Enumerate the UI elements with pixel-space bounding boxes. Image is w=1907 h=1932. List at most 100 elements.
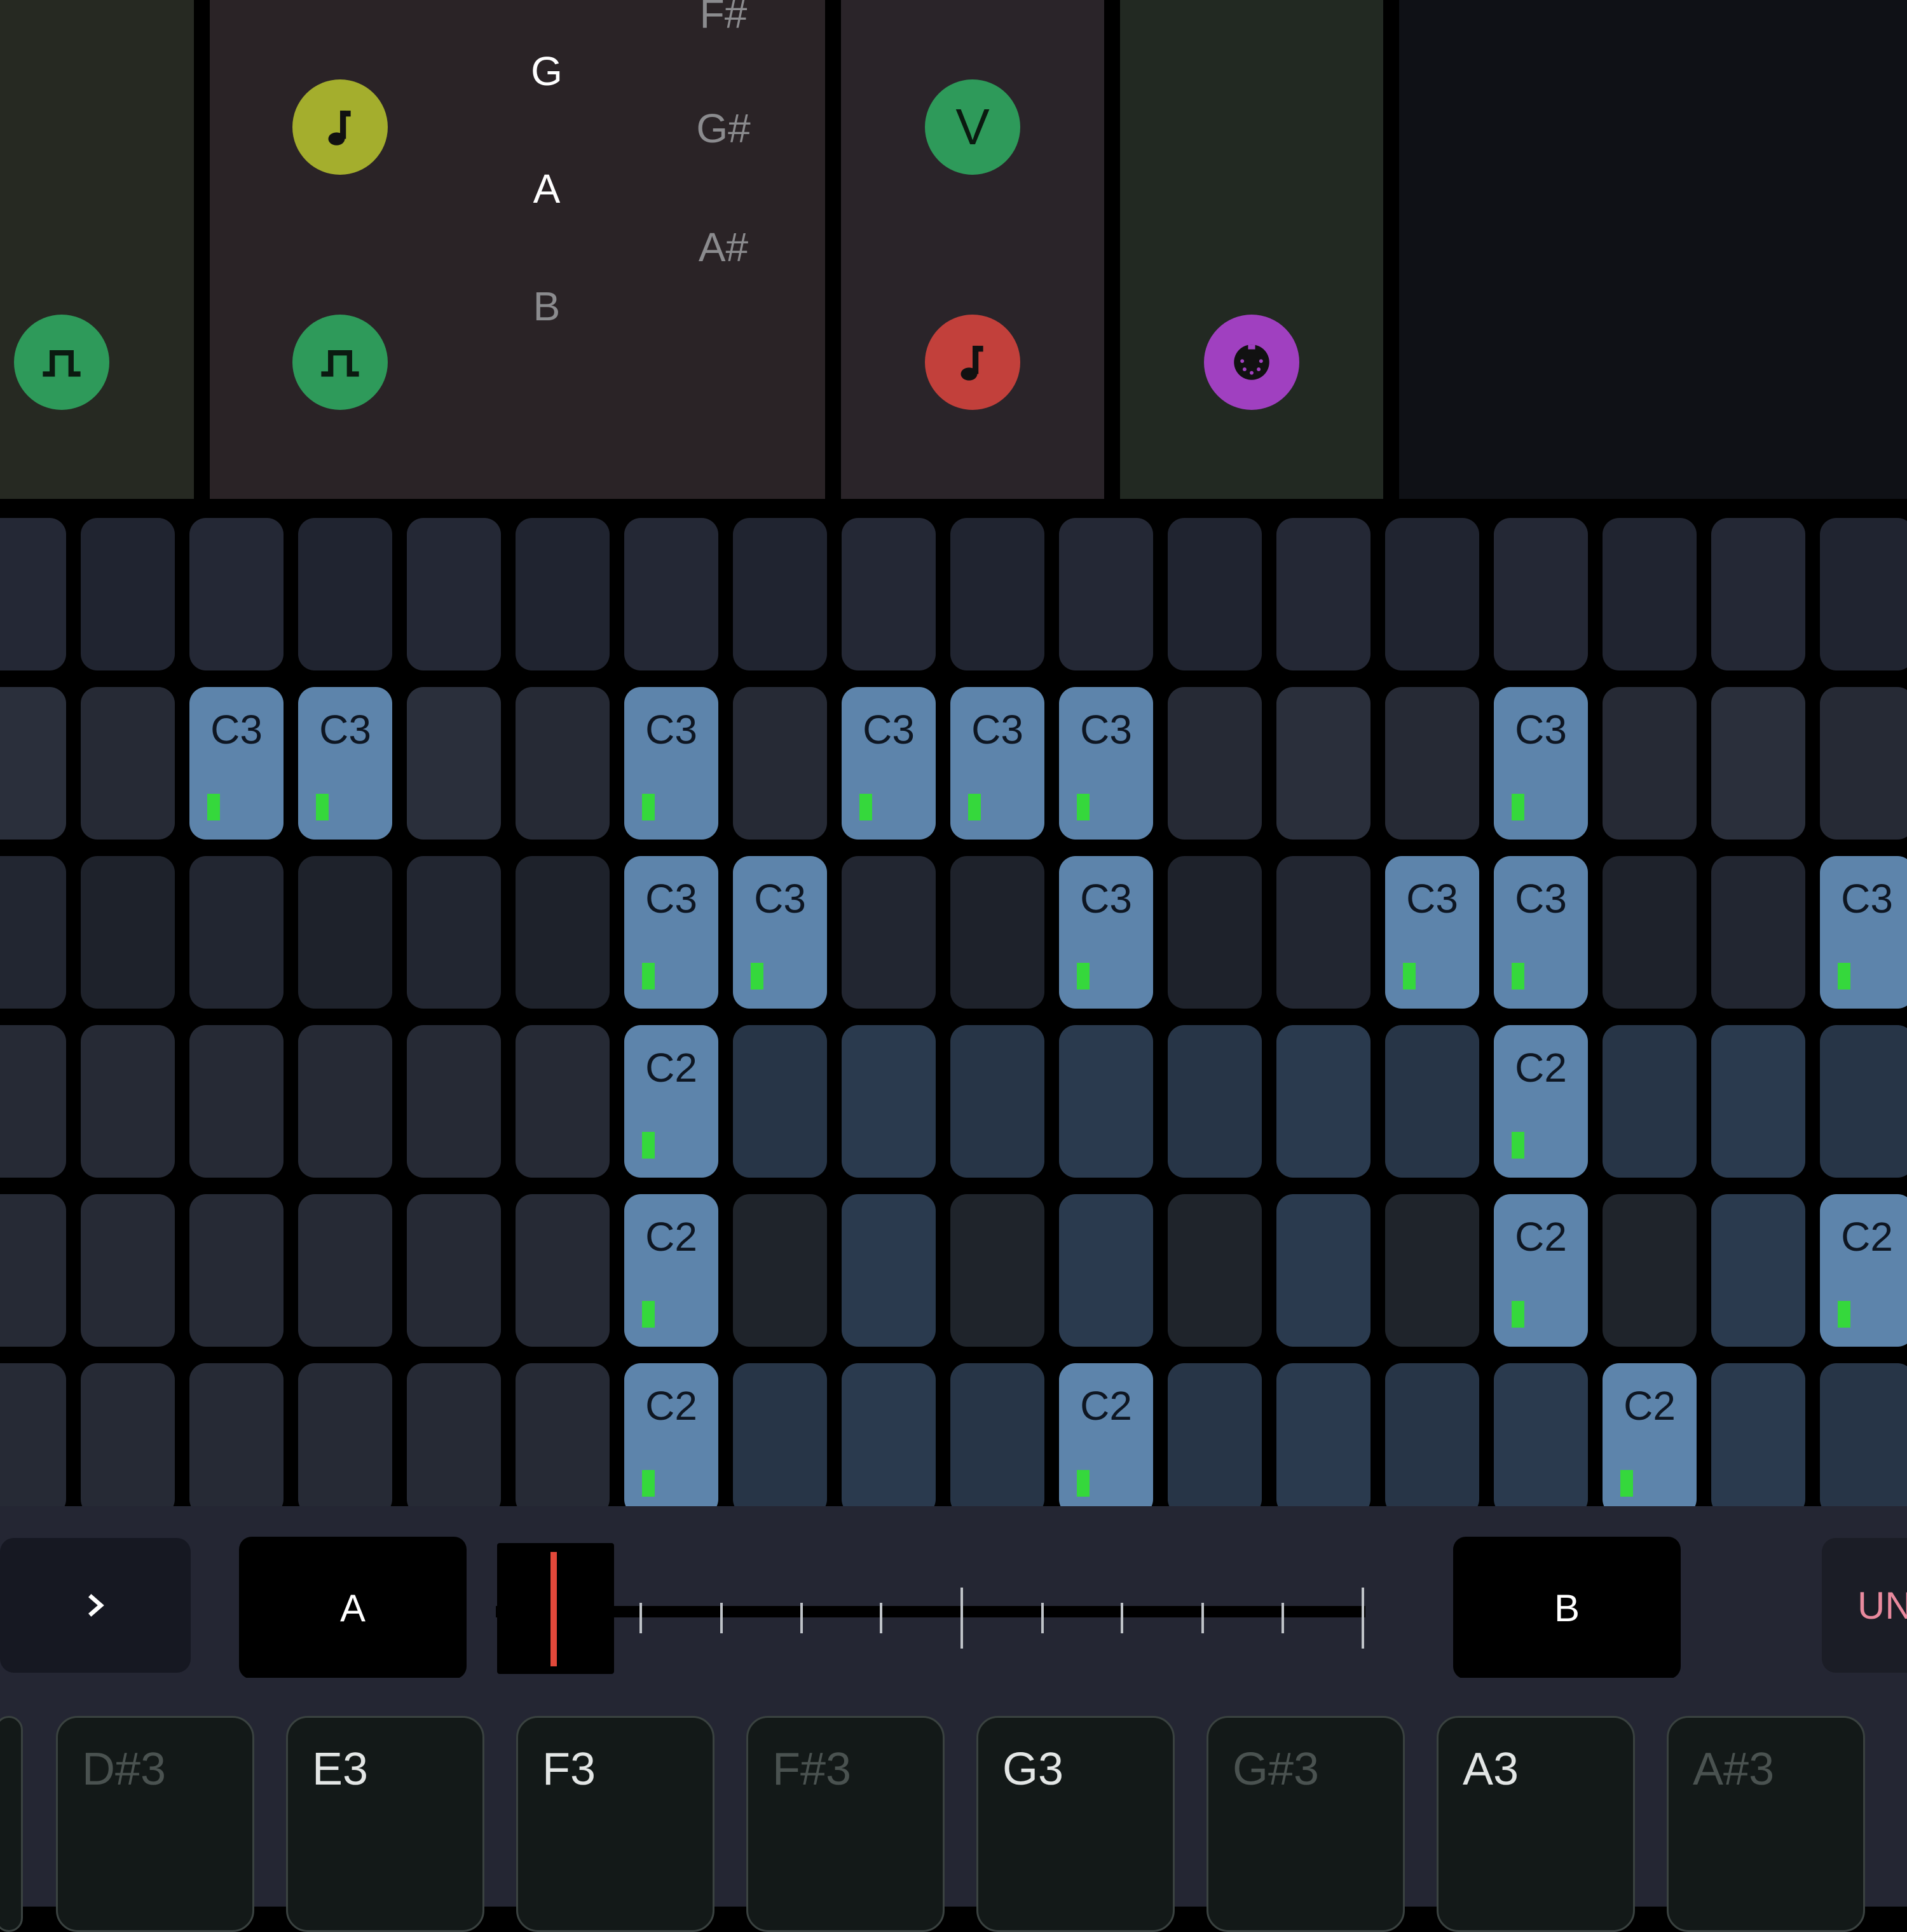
step-cell[interactable] <box>1168 1025 1262 1178</box>
step-cell[interactable] <box>81 687 175 840</box>
step-cell[interactable] <box>1059 518 1153 670</box>
step-cell[interactable]: C3 <box>1820 856 1907 1009</box>
step-cell[interactable]: C3 <box>189 687 284 840</box>
scale-note-asharp[interactable]: A# <box>699 227 748 268</box>
step-cell[interactable] <box>950 1025 1044 1178</box>
step-cell[interactable] <box>950 1194 1044 1347</box>
step-cell[interactable] <box>1276 1194 1370 1347</box>
step-cell[interactable] <box>950 856 1044 1009</box>
step-cell[interactable]: C3 <box>298 687 392 840</box>
key-e3[interactable]: E3 <box>286 1716 484 1932</box>
step-cell[interactable] <box>0 856 66 1009</box>
key-fsharp3[interactable]: F#3 <box>746 1716 945 1932</box>
step-cell[interactable] <box>407 687 501 840</box>
step-cell[interactable] <box>189 1194 284 1347</box>
step-cell[interactable] <box>1603 1025 1697 1178</box>
expand-button[interactable] <box>0 1538 191 1673</box>
step-cell[interactable] <box>1603 856 1697 1009</box>
step-cell[interactable]: C3 <box>842 687 936 840</box>
step-cell[interactable] <box>1276 1025 1370 1178</box>
step-cell[interactable] <box>407 1194 501 1347</box>
step-cell[interactable] <box>298 856 392 1009</box>
key-asharp3[interactable]: A#3 <box>1667 1716 1865 1932</box>
step-cell[interactable] <box>189 518 284 670</box>
pattern-b-button[interactable]: B <box>1453 1537 1681 1679</box>
undo-button[interactable]: UN <box>1822 1538 1907 1673</box>
step-cell[interactable] <box>189 1025 284 1178</box>
step-cell[interactable] <box>81 1194 175 1347</box>
step-cell[interactable]: C2 <box>1059 1363 1153 1516</box>
step-cell[interactable] <box>298 1194 392 1347</box>
step-cell[interactable] <box>1711 856 1805 1009</box>
step-cell[interactable] <box>1820 1363 1907 1516</box>
step-cell[interactable] <box>1276 518 1370 670</box>
step-cell[interactable]: C2 <box>624 1194 718 1347</box>
step-cell[interactable] <box>842 1194 936 1347</box>
gate-chip-2[interactable] <box>292 315 388 410</box>
step-cell[interactable]: C3 <box>1494 856 1588 1009</box>
step-cell[interactable] <box>733 1025 827 1178</box>
step-cell[interactable] <box>950 1363 1044 1516</box>
step-cell[interactable] <box>733 518 827 670</box>
step-cell[interactable] <box>1494 518 1588 670</box>
step-cell[interactable] <box>1711 1025 1805 1178</box>
step-cell[interactable] <box>1168 1363 1262 1516</box>
step-cell[interactable] <box>624 518 718 670</box>
step-cell[interactable] <box>298 518 392 670</box>
step-cell[interactable] <box>842 1363 936 1516</box>
step-cell[interactable]: C2 <box>1494 1194 1588 1347</box>
step-cell[interactable] <box>842 856 936 1009</box>
step-cell[interactable] <box>298 1025 392 1178</box>
step-cell[interactable] <box>1820 518 1907 670</box>
step-cell[interactable] <box>1603 687 1697 840</box>
step-cell[interactable] <box>516 1363 610 1516</box>
scale-note-a[interactable]: A <box>533 168 561 209</box>
scale-note-b[interactable]: B <box>533 286 561 327</box>
step-cell[interactable] <box>1276 1363 1370 1516</box>
step-cell[interactable]: C3 <box>1059 687 1153 840</box>
step-cell[interactable] <box>0 687 66 840</box>
step-cell[interactable]: C2 <box>1820 1194 1907 1347</box>
step-cell[interactable] <box>1494 1363 1588 1516</box>
step-cell[interactable] <box>407 518 501 670</box>
step-cell[interactable] <box>516 1194 610 1347</box>
step-cell[interactable] <box>1711 1363 1805 1516</box>
step-cell[interactable] <box>516 687 610 840</box>
step-cell[interactable] <box>1711 687 1805 840</box>
step-cell[interactable] <box>81 518 175 670</box>
key-g3[interactable]: G3 <box>976 1716 1175 1932</box>
step-cell[interactable] <box>1711 518 1805 670</box>
step-cell[interactable]: C2 <box>624 1025 718 1178</box>
step-cell[interactable] <box>81 1025 175 1178</box>
step-cell[interactable] <box>0 518 66 670</box>
step-cell[interactable] <box>81 1363 175 1516</box>
step-cell[interactable] <box>842 1025 936 1178</box>
gate-chip[interactable] <box>14 315 109 410</box>
step-cell[interactable]: C3 <box>1385 856 1479 1009</box>
step-cell[interactable] <box>1168 518 1262 670</box>
step-cell[interactable] <box>0 1363 66 1516</box>
key-dsharp3[interactable]: D#3 <box>56 1716 254 1932</box>
key-gsharp3[interactable]: G#3 <box>1206 1716 1405 1932</box>
step-cell[interactable] <box>407 1363 501 1516</box>
step-cell[interactable] <box>1385 687 1479 840</box>
step-cell[interactable] <box>407 1025 501 1178</box>
step-cell[interactable] <box>1385 1363 1479 1516</box>
step-cell[interactable] <box>733 687 827 840</box>
step-cell[interactable] <box>516 518 610 670</box>
key-a3[interactable]: A3 <box>1437 1716 1635 1932</box>
step-cell[interactable]: C3 <box>624 687 718 840</box>
step-cell[interactable] <box>1168 1194 1262 1347</box>
step-cell[interactable] <box>1385 1194 1479 1347</box>
step-cell[interactable]: C3 <box>1059 856 1153 1009</box>
step-cell[interactable] <box>733 1194 827 1347</box>
step-cell[interactable] <box>1276 856 1370 1009</box>
midi-chip[interactable] <box>1204 315 1299 410</box>
step-cell[interactable] <box>81 856 175 1009</box>
step-cell[interactable] <box>1168 687 1262 840</box>
step-cell[interactable]: C3 <box>950 687 1044 840</box>
step-cell[interactable]: C2 <box>1603 1363 1697 1516</box>
step-cell[interactable]: C3 <box>1494 687 1588 840</box>
step-cell[interactable] <box>0 1025 66 1178</box>
step-cell[interactable] <box>950 518 1044 670</box>
